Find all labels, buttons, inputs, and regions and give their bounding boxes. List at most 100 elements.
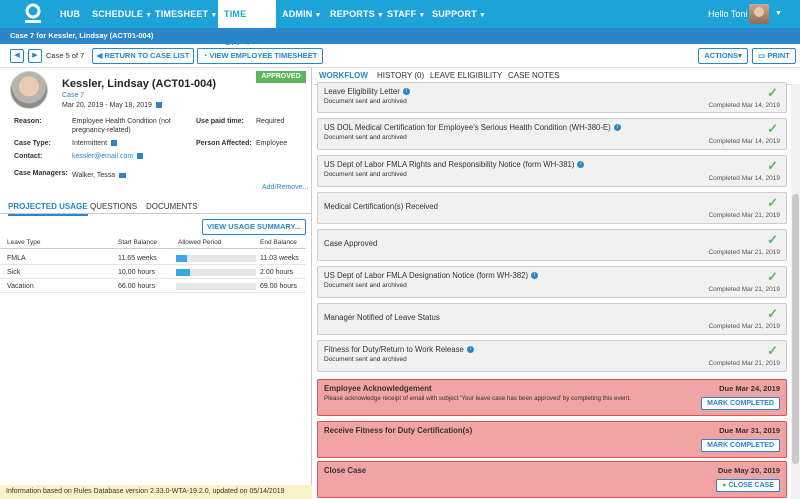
return-to-case-list-button[interactable]: ◀ RETURN TO CASE LIST — [92, 48, 194, 64]
tab-questions[interactable]: QUESTIONS — [90, 200, 137, 214]
workflow-title: US DOL Medical Certification for Employe… — [324, 123, 621, 133]
check-icon: ✓ — [767, 121, 778, 136]
end-balance-cell: 11.03 weeks — [260, 255, 299, 262]
info-icon[interactable]: i — [613, 124, 621, 132]
scrollbar-thumb[interactable] — [792, 194, 799, 464]
nav-time-off[interactable]: TIME OFF▼ — [218, 0, 276, 47]
workflow-item[interactable]: Leave Eligibility Letter i Document sent … — [317, 82, 787, 113]
next-case-button[interactable]: ▶ — [28, 49, 42, 63]
chevron-left-icon: ◀ — [14, 52, 20, 59]
table-row: Vacation 66.00 hours 69.00 hours — [0, 280, 306, 293]
info-icon[interactable]: i — [577, 161, 585, 169]
workflow-title: US Dept of Labor FMLA Rights and Respons… — [324, 160, 585, 170]
due-workflow-item[interactable]: Employee Acknowledgement Please acknowle… — [317, 379, 787, 416]
col-start-balance: Start Balance — [118, 239, 158, 246]
due-date: Due Mar 31, 2019 — [719, 426, 780, 435]
prev-case-button[interactable]: ◀ — [10, 49, 24, 63]
chevron-down-icon: ▼ — [478, 12, 487, 19]
workflow-subtitle: Document sent and archived — [324, 356, 407, 363]
chevron-down-icon: ▼ — [418, 12, 426, 19]
employee-photo — [10, 71, 48, 109]
person-affected-label: Person Affected: — [196, 140, 252, 147]
view-employee-timesheet-button[interactable]: ◔ VIEW EMPLOYEE TIMESHEET — [197, 48, 323, 64]
print-button[interactable]: ▭ PRINT — [752, 48, 796, 64]
tab-documents[interactable]: DOCUMENTS — [146, 200, 198, 214]
contact-email-link[interactable]: kessler@email.com — [72, 153, 133, 160]
edit-icon[interactable] — [111, 140, 118, 147]
tab-history[interactable]: HISTORY (0) — [377, 70, 424, 82]
nav-support[interactable]: SUPPORT ▼ — [432, 0, 486, 28]
nav-admin[interactable]: ADMIN ▼ — [282, 0, 322, 28]
workflow-item[interactable]: Fitness for Duty/Return to Work Release i… — [317, 340, 787, 372]
chevron-down-icon: ▼ — [210, 12, 218, 19]
mark-completed-button[interactable]: MARK COMPLETED — [701, 397, 780, 410]
nav-reports[interactable]: REPORTS ▼ — [330, 0, 384, 28]
start-balance-cell: 66.00 hours — [118, 283, 155, 290]
app-logo-icon[interactable] — [22, 3, 44, 25]
workflow-item[interactable]: US Dept of Labor FMLA Rights and Respons… — [317, 155, 787, 187]
mark-completed-button[interactable]: MARK COMPLETED — [701, 439, 780, 452]
actions-button[interactable]: ACTIONS▾ — [698, 48, 748, 64]
close-case-button[interactable]: ● CLOSE CASE — [716, 479, 780, 492]
workflow-item[interactable]: Case Approved ✓ Completed Mar 21, 2019 — [317, 229, 787, 261]
workflow-title: Case Approved — [324, 239, 378, 248]
chevron-down-icon: ▼ — [376, 12, 385, 19]
paid-time-value: Required — [256, 118, 285, 125]
usage-bar-fill — [176, 255, 188, 262]
check-icon: ✓ — [767, 269, 778, 284]
workflow-completed-date: Completed Mar 14, 2019 — [708, 175, 780, 182]
user-greeting[interactable]: Hello Toni — [708, 0, 747, 28]
nav-timesheet[interactable]: TIMESHEET ▼ — [155, 0, 217, 28]
nav-staff[interactable]: STAFF ▼ — [387, 0, 425, 28]
workflow-completed-date: Completed Mar 21, 2019 — [708, 286, 780, 293]
view-usage-summary-button[interactable]: VIEW USAGE SUMMARY... — [202, 219, 306, 235]
workflow-completed-date: Completed Mar 21, 2019 — [708, 360, 780, 367]
case-link[interactable]: Case 7 — [62, 91, 84, 100]
nav-hub[interactable]: HUB — [60, 0, 80, 28]
user-avatar[interactable] — [749, 4, 769, 24]
due-workflow-item[interactable]: Receive Fitness for Duty Certification(s… — [317, 421, 787, 458]
contact-label: Contact: — [14, 153, 43, 160]
info-icon[interactable]: i — [466, 346, 474, 354]
end-balance-cell: 69.00 hours — [260, 283, 297, 290]
workflow-subtitle: Document sent and archived — [324, 282, 407, 289]
id-card-icon[interactable] — [119, 172, 127, 178]
nav-schedule[interactable]: SCHEDULE ▼ — [92, 0, 152, 28]
workflow-item[interactable]: US Dept of Labor FMLA Designation Notice… — [317, 266, 787, 298]
workflow-item[interactable]: Manager Notified of Leave Status ✓ Compl… — [317, 303, 787, 335]
reason-value: Employee Health Condition (not pregnancy… — [72, 118, 171, 134]
due-item-title: Close Case — [324, 466, 367, 475]
edit-icon[interactable] — [155, 102, 162, 109]
tab-case-notes[interactable]: CASE NOTES — [508, 70, 560, 82]
case-dates: Mar 20, 2019 - May 18, 2019 — [62, 101, 162, 110]
check-icon: ✓ — [767, 306, 778, 321]
check-icon: ✓ — [767, 85, 778, 100]
tab-projected-usage[interactable]: PROJECTED USAGE — [8, 200, 88, 216]
due-date: Due May 20, 2019 — [717, 466, 780, 475]
workflow-item[interactable]: US DOL Medical Certification for Employe… — [317, 118, 787, 150]
workflow-title: Fitness for Duty/Return to Work Release i — [324, 345, 474, 355]
workflow-item[interactable]: Medical Certification(s) Received ✓ Comp… — [317, 192, 787, 224]
workflow-scrollbar[interactable] — [791, 84, 800, 499]
due-item-title: Receive Fitness for Duty Certification(s… — [324, 426, 473, 435]
workflow-title: Manager Notified of Leave Status — [324, 313, 440, 322]
edit-icon[interactable] — [137, 153, 144, 160]
person-affected-value: Employee — [256, 140, 288, 147]
workflow-title: Medical Certification(s) Received — [324, 202, 438, 211]
leave-type-cell: Sick — [7, 269, 21, 276]
allowed-period-bar — [176, 255, 256, 262]
info-icon[interactable]: i — [531, 272, 539, 280]
case-type-value: Intermittent — [72, 139, 118, 148]
tab-workflow[interactable]: WORKFLOW — [319, 70, 368, 82]
due-date: Due Mar 24, 2019 — [719, 384, 780, 393]
allowed-period-bar — [176, 269, 256, 276]
due-workflow-item[interactable]: Close Case Due May 20, 2019 ● CLOSE CASE — [317, 461, 787, 498]
chevron-down-icon[interactable]: ▼ — [775, 0, 782, 28]
workflow-title: Leave Eligibility Letter i — [324, 87, 410, 97]
workflow-completed-date: Completed Mar 21, 2019 — [708, 323, 780, 330]
tab-leave-eligibility[interactable]: LEAVE ELIGIBILITY — [430, 70, 502, 82]
info-icon[interactable]: i — [402, 88, 410, 96]
add-remove-link[interactable]: Add/Remove... — [262, 183, 308, 192]
contact-value: kessler@email.com — [72, 152, 144, 161]
start-balance-cell: 10.00 hours — [118, 269, 155, 276]
